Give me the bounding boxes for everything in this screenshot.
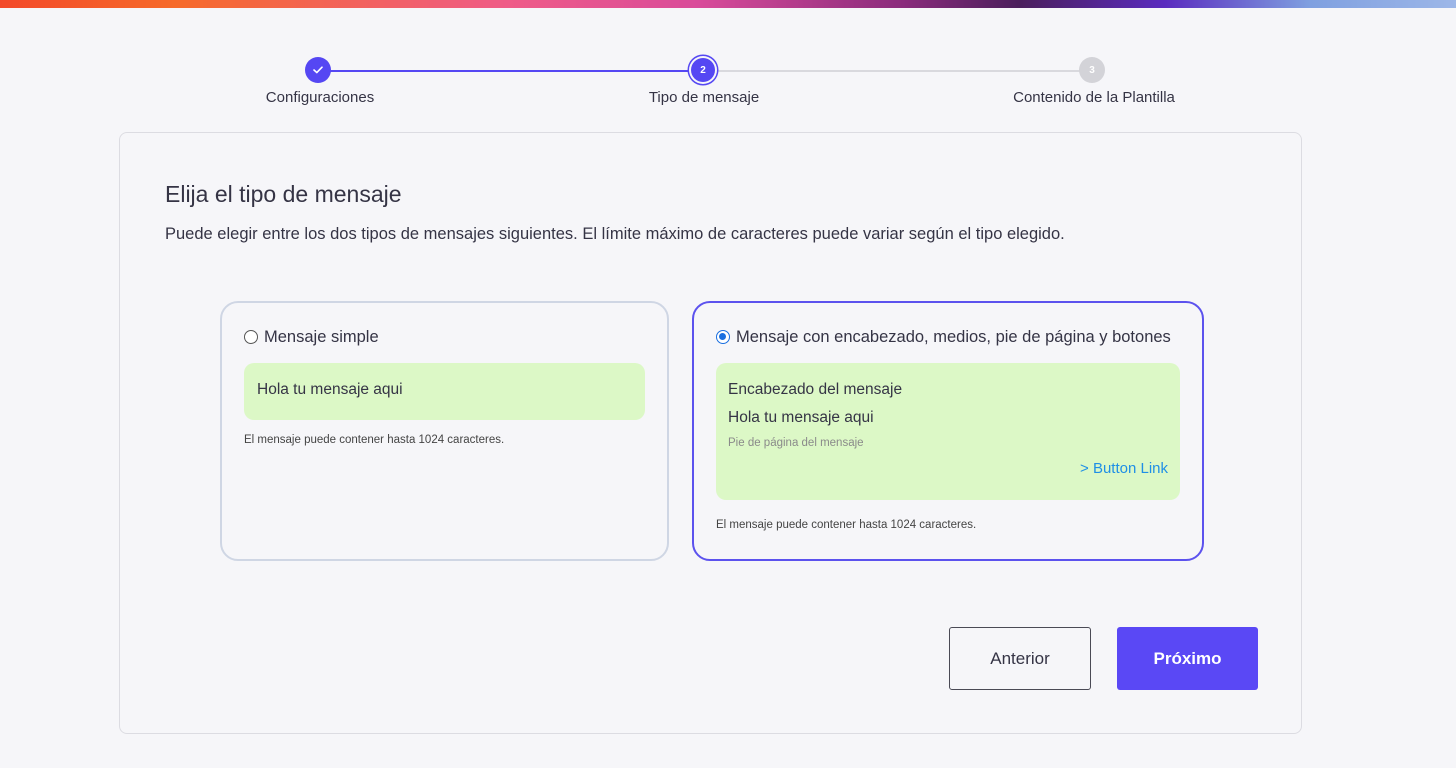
- preview-header-text: Encabezado del mensaje: [728, 381, 903, 398]
- option-rich-label: Mensaje con encabezado, medios, pie de p…: [736, 328, 1171, 346]
- previous-button[interactable]: Anterior: [949, 627, 1091, 690]
- step-3-circle: 3: [1079, 57, 1105, 83]
- brand-gradient-bar: [0, 0, 1456, 8]
- card-description: Puede elegir entre los dos tipos de mens…: [165, 225, 1065, 243]
- option-rich-label-row[interactable]: Mensaje con encabezado, medios, pie de p…: [716, 328, 1171, 347]
- radio-rich-message[interactable]: [716, 329, 730, 344]
- next-button[interactable]: Próximo: [1117, 627, 1258, 690]
- option-rich-message[interactable]: Mensaje con encabezado, medios, pie de p…: [692, 301, 1204, 561]
- preview-button-link[interactable]: > Button Link: [1080, 460, 1168, 477]
- step-2-circle: 2: [691, 58, 715, 82]
- step-2-label: Tipo de mensaje: [648, 89, 760, 106]
- rich-message-preview: Encabezado del mensaje Hola tu mensaje a…: [716, 363, 1180, 500]
- simple-character-limit-hint: El mensaje puede contener hasta 1024 car…: [244, 434, 505, 446]
- progress-stepper: 2 3 Configuraciones Tipo de mensaje Cont…: [0, 56, 1456, 116]
- preview-body-text: Hola tu mensaje aqui: [257, 381, 403, 398]
- option-simple-label-row[interactable]: Mensaje simple: [244, 328, 379, 347]
- preview-body-text: Hola tu mensaje aqui: [728, 409, 874, 426]
- stepper-connector-completed: [318, 70, 704, 72]
- option-simple-message[interactable]: Mensaje simple Hola tu mensaje aqui El m…: [220, 301, 669, 561]
- message-type-card: Elija el tipo de mensaje Puede elegir en…: [119, 132, 1302, 734]
- card-title: Elija el tipo de mensaje: [165, 181, 402, 207]
- rich-character-limit-hint: El mensaje puede contener hasta 1024 car…: [716, 519, 977, 531]
- simple-message-preview: Hola tu mensaje aqui: [244, 363, 645, 420]
- preview-footer-text: Pie de página del mensaje: [728, 437, 864, 449]
- checkmark-icon: [313, 66, 323, 74]
- step-1-circle: [305, 57, 331, 83]
- option-simple-label: Mensaje simple: [264, 328, 379, 346]
- step-1-label: Configuraciones: [265, 89, 375, 106]
- step-3-label: Contenido de la Plantilla: [1013, 89, 1175, 106]
- stepper-connector-pending: [704, 70, 1092, 72]
- radio-simple-message[interactable]: [244, 329, 258, 344]
